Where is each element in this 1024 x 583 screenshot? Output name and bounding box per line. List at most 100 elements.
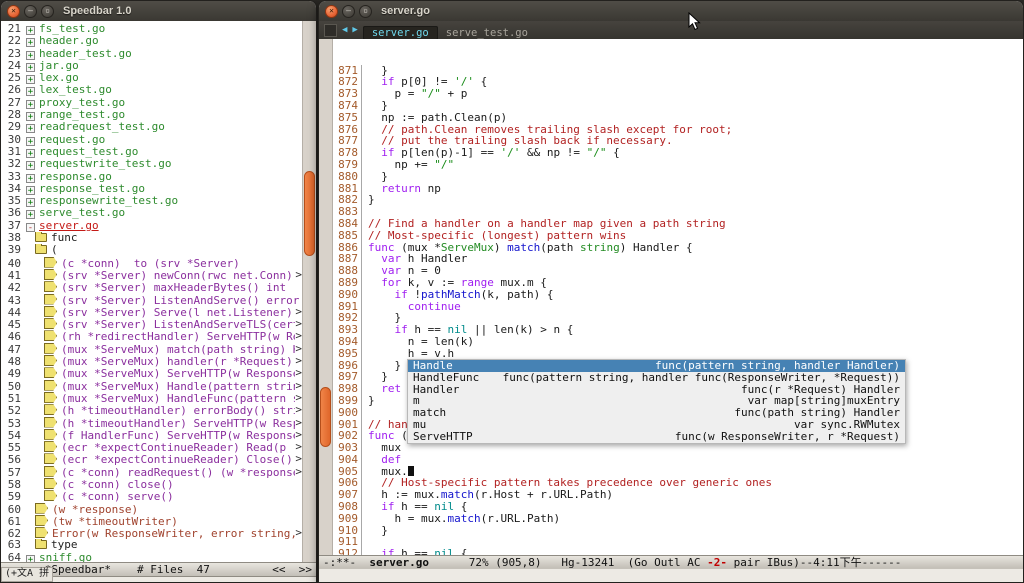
editor-scrollbar[interactable]	[319, 39, 333, 555]
speedbar-item[interactable]: 39(	[1, 244, 303, 256]
speedbar-item[interactable]: 64+sniff.go	[1, 552, 303, 562]
collapse-icon[interactable]: -	[26, 223, 35, 232]
close-button-icon[interactable]: ✕	[7, 5, 20, 18]
speedbar-item[interactable]: 29+readrequest_test.go	[1, 121, 303, 133]
speedbar-item[interactable]: 53(h *timeoutHandler) ServeHTTP(w Respo>	[1, 417, 303, 429]
expand-icon[interactable]: +	[26, 63, 35, 72]
minimize-button-icon[interactable]: –	[342, 5, 355, 18]
speedbar-item[interactable]: 27+proxy_test.go	[1, 97, 303, 109]
completion-item[interactable]: ServeHTTPfunc(w ResponseWriter, r *Reque…	[408, 431, 905, 443]
speedbar-item[interactable]: 48(mux *ServeMux) handler(r *Request) H>	[1, 355, 303, 367]
speedbar-item[interactable]: 33+response.go	[1, 171, 303, 183]
speedbar-item-label: (rh *redirectHandler) ServeHTTP(w Res	[61, 330, 303, 342]
speedbar-item[interactable]: 61(tw *timeoutWriter)	[1, 515, 303, 527]
code-token: np +=	[368, 159, 434, 171]
speedbar-item[interactable]: 49(mux *ServeMux) ServeHTTP(w ResponseW>	[1, 367, 303, 379]
speedbar-item[interactable]: 38func	[1, 232, 303, 244]
speedbar-item[interactable]: 43(srv *Server) ListenAndServe() error	[1, 294, 303, 306]
speedbar-item[interactable]: 34+response_test.go	[1, 183, 303, 195]
line-number: 910	[333, 525, 362, 537]
speedbar-item[interactable]: 37-server.go	[1, 220, 303, 232]
ibus-indicator[interactable]: (+文A 拼	[1, 567, 53, 582]
speedbar-item[interactable]: 36+serve_test.go	[1, 207, 303, 219]
speedbar-item[interactable]: 23+header_test.go	[1, 48, 303, 60]
speedbar-item[interactable]: 62Error(w ResponseWriter, error string, …	[1, 527, 303, 539]
expand-icon[interactable]: +	[26, 555, 35, 562]
speedbar-item[interactable]: 51(mux *ServeMux) HandleFunc(pattern st>	[1, 392, 303, 404]
speedbar-item[interactable]: 35+responsewrite_test.go	[1, 195, 303, 207]
speedbar-item[interactable]: 40(c *conn) to (srv *Server)	[1, 257, 303, 269]
speedbar-item[interactable]: 22+header.go	[1, 35, 303, 47]
code-token	[368, 301, 408, 313]
tab-server-go[interactable]: server.go	[363, 26, 438, 40]
autocomplete-popup[interactable]: Handlefunc(pattern string, handler Handl…	[407, 359, 906, 444]
speedbar-item[interactable]: 28+range_test.go	[1, 109, 303, 121]
code-token: mux.	[368, 466, 408, 478]
completion-item[interactable]: matchfunc(path string) Handler	[408, 407, 905, 419]
expand-icon[interactable]: +	[26, 51, 35, 60]
completion-item[interactable]: mvar map[string]muxEntry	[408, 395, 905, 407]
speedbar-nav-buttons[interactable]: << >>	[272, 563, 312, 576]
speedbar-item[interactable]: 21+fs_test.go	[1, 23, 303, 35]
minimize-button-icon[interactable]: –	[24, 5, 37, 18]
speedbar-item[interactable]: 58(c *conn) close()	[1, 478, 303, 490]
speedbar-item[interactable]: 44(srv *Server) Serve(l net.Listener) e>	[1, 306, 303, 318]
expand-icon[interactable]: +	[26, 26, 35, 35]
completion-item[interactable]: muvar sync.RWMutex	[408, 419, 905, 431]
expand-icon[interactable]: +	[26, 174, 35, 183]
maximize-button-icon[interactable]: ▫	[359, 5, 372, 18]
expand-icon[interactable]: +	[26, 198, 35, 207]
expand-icon[interactable]: +	[26, 112, 35, 121]
speedbar-item[interactable]: 55(ecr *expectContinueReader) Read(p []>	[1, 441, 303, 453]
expand-icon[interactable]: +	[26, 75, 35, 84]
speedbar-item[interactable]: 63type	[1, 539, 303, 551]
expand-icon[interactable]: +	[26, 137, 35, 146]
echo-area[interactable]	[319, 568, 1023, 582]
speedbar-item[interactable]: 45(srv *Server) ListenAndServeTLS(certF>	[1, 318, 303, 330]
speedbar-item[interactable]: 60(w *response)	[1, 503, 303, 515]
scrollbar-thumb[interactable]	[320, 387, 331, 447]
code-line: 903 mux	[333, 442, 1023, 454]
maximize-button-icon[interactable]: ▫	[41, 5, 54, 18]
tab-serve_test-go[interactable]: serve_test.go	[438, 27, 536, 39]
speedbar-file-tree[interactable]: 21+fs_test.go22+header.go23+header_test.…	[1, 21, 303, 562]
tab-back-icon[interactable]: ◀	[342, 25, 347, 36]
close-button-icon[interactable]: ✕	[325, 5, 338, 18]
line-number: 877	[333, 135, 362, 147]
speedbar-item[interactable]: 31+request_test.go	[1, 146, 303, 158]
speedbar-item[interactable]: 57(c *conn) readRequest() (w *response,>	[1, 466, 303, 478]
expand-icon[interactable]: +	[26, 38, 35, 47]
speedbar-titlebar[interactable]: ✕ – ▫ Speedbar 1.0	[1, 1, 316, 22]
expand-icon[interactable]: +	[26, 210, 35, 219]
expand-icon[interactable]: +	[26, 149, 35, 158]
speedbar-item[interactable]: 52(h *timeoutHandler) errorBody() strin>	[1, 404, 303, 416]
tab-forward-icon[interactable]: ▶	[352, 25, 357, 36]
expand-icon[interactable]: +	[26, 161, 35, 170]
speedbar-item[interactable]: 26+lex_test.go	[1, 84, 303, 96]
completion-item[interactable]: Handlefunc(pattern string, handler Handl…	[408, 360, 905, 372]
completion-item[interactable]: Handlerfunc(r *Request) Handler	[408, 384, 905, 396]
speedbar-item[interactable]: 42(srv *Server) maxHeaderBytes() int	[1, 281, 303, 293]
speedbar-item[interactable]: 41(srv *Server) newConn(rwc net.Conn) (>	[1, 269, 303, 281]
expand-icon[interactable]: +	[26, 100, 35, 109]
speedbar-item[interactable]: 50(mux *ServeMux) Handle(pattern string>	[1, 380, 303, 392]
speedbar-item[interactable]: 59(c *conn) serve()	[1, 490, 303, 502]
expand-icon[interactable]: +	[26, 87, 35, 96]
speedbar-item[interactable]: 32+requestwrite_test.go	[1, 158, 303, 170]
editor-titlebar[interactable]: ✕ – ▫ server.go	[319, 1, 1023, 22]
expand-icon[interactable]: +	[26, 186, 35, 195]
speedbar-item[interactable]: 54(f HandlerFunc) ServeHTTP(w ResponseW>	[1, 429, 303, 441]
speedbar-item[interactable]: 30+request.go	[1, 134, 303, 146]
speedbar-item[interactable]: 25+lex.go	[1, 72, 303, 84]
buffer-menu-icon[interactable]	[324, 24, 337, 37]
line-number: 885	[333, 230, 362, 242]
completion-item[interactable]: HandleFuncfunc(pattern string, handler f…	[408, 372, 905, 384]
expand-icon[interactable]: +	[26, 124, 35, 133]
speedbar-item[interactable]: 56(ecr *expectContinueReader) Close() e>	[1, 453, 303, 465]
scrollbar-thumb[interactable]	[304, 171, 315, 256]
code-area[interactable]: 871 }872 if p[0] != '/' {873 p = "/" + p…	[333, 39, 1023, 555]
speedbar-item[interactable]: 47(mux *ServeMux) match(path string) Ha>	[1, 343, 303, 355]
speedbar-item[interactable]: 46(rh *redirectHandler) ServeHTTP(w Res>	[1, 330, 303, 342]
speedbar-scrollbar[interactable]	[302, 21, 316, 562]
speedbar-item[interactable]: 24+jar.go	[1, 60, 303, 72]
